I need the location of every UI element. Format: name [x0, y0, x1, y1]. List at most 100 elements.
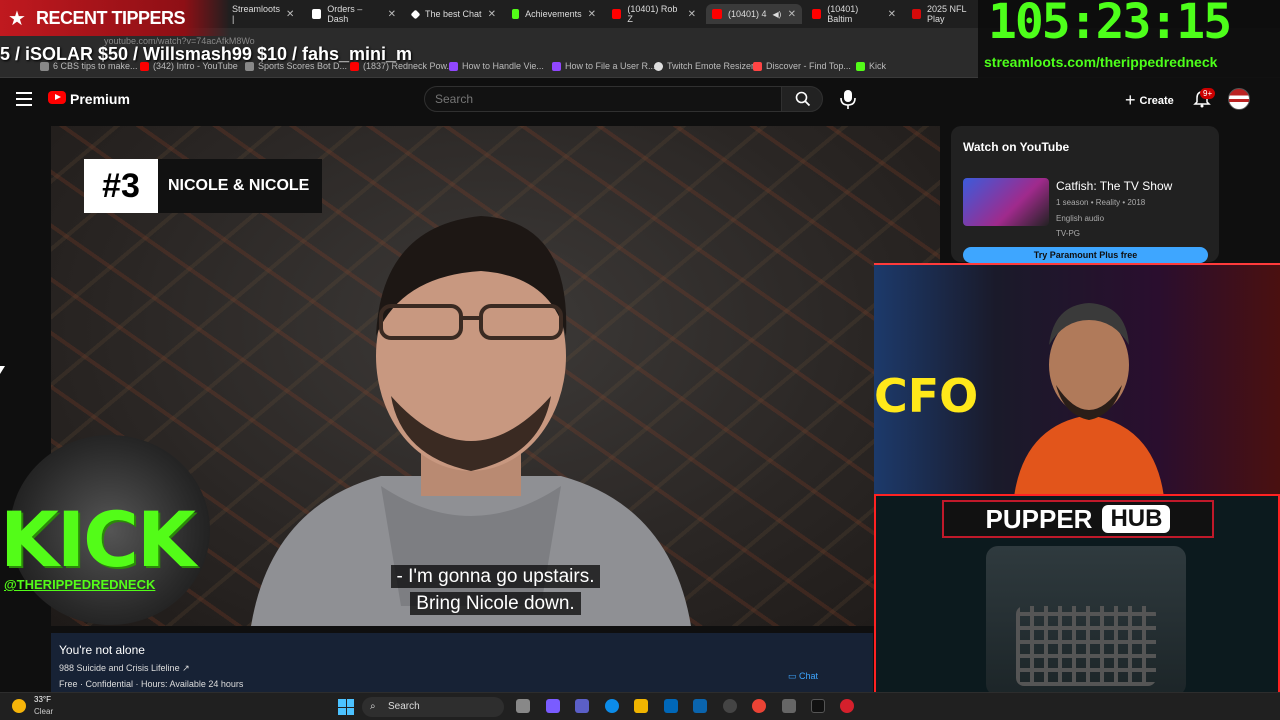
hamburger-menu-icon[interactable] — [16, 92, 32, 106]
task-view-icon[interactable] — [516, 699, 530, 713]
star-icon: ★ — [8, 8, 26, 30]
streamer-figure — [1014, 303, 1164, 495]
info-hours: Free · Confidential · Hours: Available 2… — [59, 679, 244, 689]
tab-label: (10401) Baltim — [827, 4, 859, 24]
show-meta: 1 season • Reality • 2018 — [1056, 198, 1146, 207]
chat-icon: ▭ — [788, 671, 800, 681]
microphone-icon[interactable] — [838, 88, 858, 110]
store-icon[interactable] — [664, 699, 678, 713]
windows-start-icon[interactable] — [338, 699, 354, 715]
close-icon[interactable]: ✕ — [888, 9, 896, 20]
youtube-logo-icon[interactable] — [48, 91, 66, 104]
avatar[interactable] — [1228, 88, 1250, 110]
tippers-label: RECENT TIPPERS — [36, 8, 186, 28]
close-icon[interactable]: ✕ — [488, 9, 496, 20]
bookmark-label: Discover - Find Top... — [766, 61, 851, 71]
bookmark-item[interactable]: How to Handle Vie... — [449, 61, 544, 71]
tab-label: The best Chat — [425, 9, 482, 19]
stream-timer-overlay: 105:23:15 streamloots.com/therippedredne… — [978, 0, 1280, 78]
kick-icon — [512, 9, 520, 19]
chrome-icon[interactable] — [752, 699, 766, 713]
tab-youtube-baltimore[interactable]: (10401) Baltim ✕ — [806, 4, 902, 24]
close-icon[interactable]: ✕ — [688, 9, 696, 20]
tab-chat[interactable]: The best Chat ✕ — [406, 4, 502, 24]
tab-label: Streamloots | — [232, 4, 281, 24]
youtube-icon — [712, 9, 722, 19]
lifeline-link[interactable]: 988 Suicide and Crisis Lifeline ↗ — [59, 663, 190, 674]
tab-youtube-rob[interactable]: (10401) Rob Z ✕ — [606, 4, 702, 24]
tab-youtube-active[interactable]: (10401) 4 ◀) ✕ — [706, 4, 802, 24]
watch-card-heading: Watch on YouTube — [963, 140, 1070, 154]
obs-icon[interactable] — [723, 699, 737, 713]
info-title: You're not alone — [59, 643, 145, 657]
create-label: Create — [1139, 94, 1174, 107]
bookmark-item[interactable]: Kick — [856, 61, 886, 71]
search-icon: ⌕ — [370, 701, 376, 712]
bookmark-item[interactable]: Twitch Emote Resizer — [654, 61, 754, 71]
search-button[interactable] — [781, 86, 823, 112]
subtitle-text: - I'm gonna go upstairs. — [390, 565, 601, 588]
subtitle-text: Bring Nicole down. — [410, 592, 581, 615]
kick-overlay: KICK @THERIPPEDREDNECK — [0, 435, 230, 625]
nfl-icon — [912, 9, 921, 19]
try-paramount-button[interactable]: Try Paramount Plus free — [963, 247, 1208, 263]
youtube-header: Premium +Create 9+ — [0, 80, 1280, 120]
rank-name: NICOLE & NICOLE — [158, 159, 322, 213]
pupper-hub-overlay: PUPPER HUB — [874, 494, 1280, 694]
rank-banner: #3 NICOLE & NICOLE — [84, 159, 322, 213]
outlook-icon[interactable] — [693, 699, 707, 713]
terminal-icon[interactable] — [811, 699, 825, 713]
tab-label: Orders – Dash — [327, 4, 363, 24]
tipper-ticker: 5 / iSOLAR $50 / Willsmash99 $10 / fahs_… — [0, 44, 413, 64]
copilot-icon[interactable] — [546, 699, 560, 713]
close-icon[interactable]: ✕ — [588, 9, 596, 20]
teams-icon[interactable] — [575, 699, 589, 713]
recent-tippers-banner: ★ RECENT TIPPERS — [0, 0, 230, 36]
show-title[interactable]: Catfish: The TV Show — [1056, 179, 1172, 193]
kick-icon — [856, 61, 865, 71]
watch-on-youtube-card: Watch on YouTube Catfish: The TV Show 1 … — [951, 126, 1219, 263]
bookmark-item[interactable]: Discover - Find Top... — [753, 61, 851, 71]
show-rating: TV-PG — [1056, 229, 1081, 238]
taskbar-search-label: Search — [388, 701, 420, 712]
youtube-icon — [612, 9, 622, 19]
close-icon[interactable]: ✕ — [788, 9, 796, 20]
orders-icon — [312, 9, 322, 19]
bookmark-label: Twitch Emote Resizer — [667, 61, 755, 71]
show-thumbnail[interactable] — [963, 178, 1049, 226]
close-icon[interactable]: ✕ — [388, 9, 396, 20]
chat-button[interactable]: ▭ Chat — [788, 671, 818, 682]
mouse-cursor-icon — [0, 366, 5, 374]
twitch-icon — [552, 61, 561, 71]
dog-crate — [986, 546, 1186, 692]
youtube-icon — [812, 9, 822, 19]
edge-icon[interactable] — [605, 699, 619, 713]
close-icon[interactable]: ✕ — [286, 9, 294, 20]
weather-icon[interactable] — [12, 699, 26, 713]
tab-streamloots[interactable]: Streamloots | ✕ — [220, 4, 300, 24]
create-button[interactable]: + Create — [1125, 90, 1174, 111]
taskbar-search[interactable]: ⌕ Search — [362, 697, 504, 717]
pupper-label: PUPPER — [985, 503, 1093, 534]
search-input[interactable] — [424, 86, 782, 112]
app-icon[interactable] — [782, 699, 796, 713]
tab-orders[interactable]: Orders – Dash ✕ — [306, 4, 402, 24]
file-explorer-icon[interactable] — [634, 699, 648, 713]
weather-condition: Clear — [34, 707, 54, 716]
bookmark-item[interactable]: How to File a User R... — [552, 61, 656, 71]
app-icon[interactable] — [840, 699, 854, 713]
video-person-figure — [251, 216, 691, 626]
plus-icon: + — [1125, 90, 1136, 110]
kick-handle: @THERIPPEDREDNECK — [4, 577, 156, 592]
youtube-premium-label[interactable]: Premium — [70, 91, 130, 107]
tab-label: Achievements — [525, 9, 582, 19]
tab-nfl[interactable]: 2025 NFL Play — [906, 4, 986, 24]
hub-label: HUB — [1102, 505, 1171, 533]
webcam-overlay: CFO — [874, 263, 1280, 495]
tab-achievements[interactable]: Achievements ✕ — [506, 4, 602, 24]
stream-timer: 105:23:15 — [988, 0, 1232, 50]
search-icon — [795, 91, 811, 107]
speaker-icon[interactable]: ◀) — [773, 10, 782, 19]
show-audio: English audio — [1056, 214, 1105, 223]
tab-label: (10401) 4 — [728, 9, 767, 19]
